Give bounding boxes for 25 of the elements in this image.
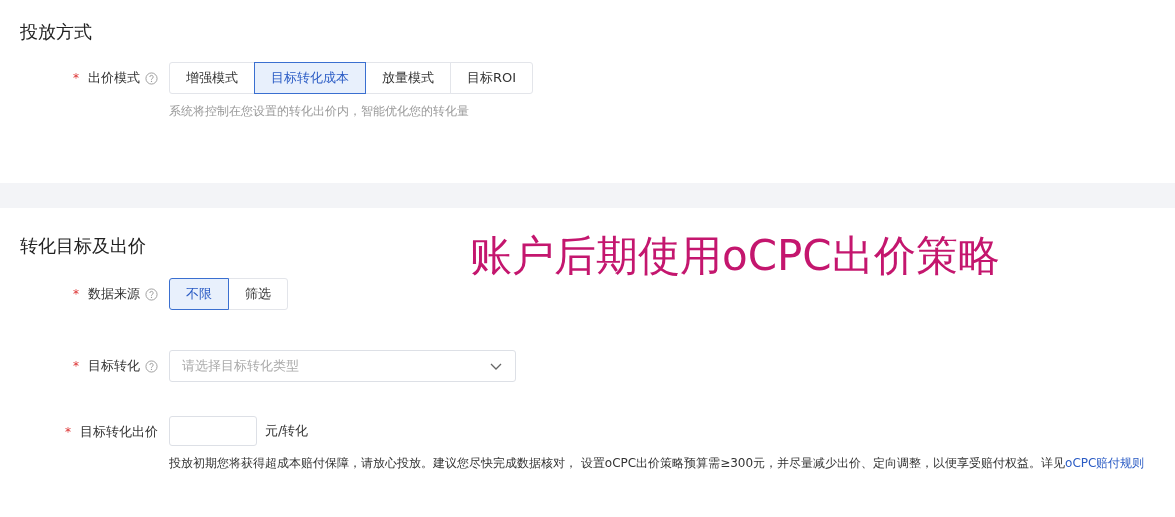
required-mark: * — [65, 425, 71, 439]
section-title: 投放方式 — [20, 20, 92, 44]
field-label: 出价模式 — [88, 69, 140, 87]
required-mark: * — [73, 287, 79, 301]
help-icon[interactable] — [145, 287, 158, 301]
annotation-text: 账户后期使用oCPC出价策略 — [470, 230, 1000, 282]
unit-label: 元/转化 — [265, 422, 309, 440]
section-title: 转化目标及出价 — [20, 234, 146, 258]
required-mark: * — [73, 359, 79, 373]
field-label: 数据来源 — [88, 285, 140, 303]
note-text: 投放初期您将获得超成本赔付保障，请放心投放。建议您尽快完成数据核对， 设置oCPC出价策略预算需≥300元，并尽量减少出价、定向调整，以便享受赔付权益。详见oCPC赔付规则 — [169, 455, 1146, 472]
help-icon[interactable] — [145, 71, 158, 85]
option-button[interactable]: 不限 — [169, 278, 229, 310]
input-field[interactable] — [169, 416, 257, 446]
field-label: 目标转化出价 — [80, 423, 158, 441]
option-button[interactable]: 增强模式 — [169, 62, 255, 94]
rules-link[interactable]: oCPC赔付规则 — [1065, 456, 1145, 470]
option-button[interactable]: 放量模式 — [365, 62, 451, 94]
field-label: 目标转化 — [88, 357, 140, 375]
help-icon[interactable] — [145, 359, 158, 373]
hint-text: 系统将控制在您设置的转化出价内，智能优化您的转化量 — [169, 103, 470, 120]
option-button[interactable]: 目标转化成本 — [254, 62, 366, 94]
option-button[interactable]: 筛选 — [228, 278, 288, 310]
option-button[interactable]: 目标ROI — [450, 62, 534, 94]
required-mark: * — [73, 71, 79, 85]
